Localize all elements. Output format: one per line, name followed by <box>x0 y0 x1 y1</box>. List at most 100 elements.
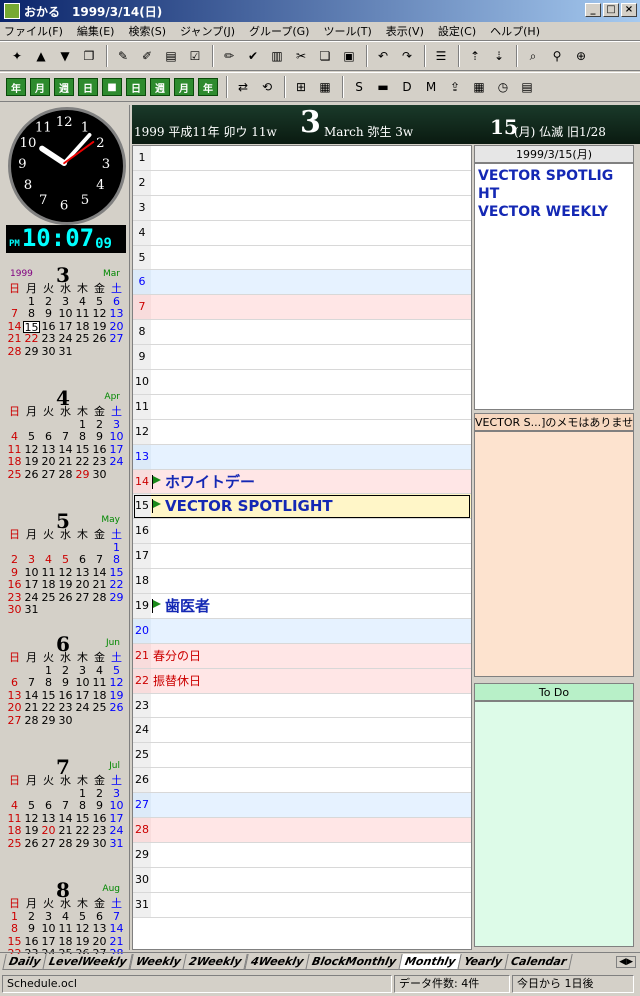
menu-item[interactable]: グループ(G) <box>249 23 309 39</box>
menu-item[interactable]: ファイル(F) <box>4 23 63 39</box>
detail-items[interactable]: VECTOR SPOTLIG HT VECTOR WEEKLY <box>474 163 634 410</box>
menu-item[interactable]: ツール(T) <box>323 23 371 39</box>
minimize-button[interactable]: _ <box>585 3 601 17</box>
nav-button[interactable]: 月 <box>30 78 50 96</box>
mini-calendar-day[interactable]: 21 <box>57 455 74 469</box>
mini-calendar-day[interactable]: 25 <box>40 591 57 605</box>
event[interactable]: VECTOR SPOTLIGHT <box>151 497 333 515</box>
mini-calendar-day[interactable]: 3 <box>23 553 40 567</box>
nav-button[interactable]: 月 <box>174 78 194 96</box>
nav-button[interactable]: 日 <box>126 78 146 96</box>
mini-calendar-day[interactable]: 28 <box>57 468 74 482</box>
mini-calendar-day[interactable]: 9 <box>57 676 74 690</box>
maximize-button[interactable]: □ <box>603 3 619 17</box>
day-row[interactable]: 21 春分の日 <box>133 643 471 669</box>
mini-calendar-day[interactable]: 26 <box>23 837 40 851</box>
menu-item[interactable]: 設定(C) <box>438 23 476 39</box>
mini-calendar-day[interactable]: 9 <box>91 799 108 813</box>
mini-calendar-day[interactable]: 6 <box>40 430 57 444</box>
mini-calendar-day[interactable]: 26 <box>23 468 40 482</box>
export-icon[interactable]: ⇪ <box>444 76 466 98</box>
mini-calendar-day[interactable]: 27 <box>40 468 57 482</box>
mini-calendar-day[interactable]: 26 <box>57 591 74 605</box>
day-row[interactable]: 13 <box>133 444 471 470</box>
event[interactable]: 歯医者 <box>151 595 210 616</box>
mini-calendar-day[interactable]: 18 <box>6 455 23 469</box>
mini-calendar-day[interactable]: 19 <box>23 455 40 469</box>
mini-calendar-day[interactable]: 12 <box>108 676 125 690</box>
cut-icon[interactable]: ✂ <box>290 45 312 67</box>
back-icon[interactable]: ⟲ <box>256 76 278 98</box>
m-icon[interactable]: M <box>420 76 442 98</box>
mini-calendar-day[interactable]: 10 <box>74 676 91 690</box>
mini-calendar-day[interactable]: 6 <box>74 553 91 567</box>
mini-calendar-day[interactable]: 16 <box>6 578 23 592</box>
mini-calendar-day[interactable]: 25 <box>91 701 108 715</box>
day-row[interactable]: 3 <box>133 195 471 221</box>
mini-calendar-day[interactable]: 29 <box>74 837 91 851</box>
day-row[interactable]: 12 <box>133 419 471 445</box>
mini-calendar-day[interactable]: 7 <box>6 307 23 321</box>
day-row[interactable]: 14 ホワイトデー <box>133 469 471 495</box>
day-row[interactable]: 4 <box>133 220 471 246</box>
mini-calendar-day[interactable]: 29 <box>74 468 91 482</box>
day-row[interactable]: 15 VECTOR SPOTLIGHT <box>133 494 471 520</box>
tab-daily[interactable]: Daily <box>2 953 47 970</box>
mini-calendar-day[interactable]: 5 <box>57 553 74 567</box>
event[interactable]: ホワイトデー <box>151 471 255 492</box>
mini-calendar-day[interactable]: 20 <box>40 455 57 469</box>
tab-calendar[interactable]: Calendar <box>504 953 573 970</box>
tab-4weekly[interactable]: 4Weekly <box>243 953 310 970</box>
mini-calendar-day[interactable]: 8 <box>6 922 23 936</box>
day-row[interactable]: 2 <box>133 170 471 196</box>
day-row[interactable]: 25 <box>133 743 471 769</box>
mini-calendar-day[interactable]: 10 <box>57 307 74 321</box>
mini-calendar-day[interactable]: 5 <box>23 799 40 813</box>
mini-calendar-day[interactable]: 21 <box>57 824 74 838</box>
day-row[interactable]: 20 <box>133 618 471 644</box>
day-row[interactable]: 23 <box>133 693 471 719</box>
mini-calendar-day[interactable]: 9 <box>23 922 40 936</box>
mini-calendar-day[interactable]: 29 <box>23 345 40 359</box>
mini-calendar-day[interactable]: 21 <box>23 701 40 715</box>
day-row[interactable]: 27 <box>133 793 471 819</box>
day-row[interactable]: 30 <box>133 867 471 893</box>
mini-calendar-day[interactable]: 8 <box>108 553 125 567</box>
mini-calendar-day[interactable]: 13 <box>91 922 108 936</box>
mini-calendar-day[interactable]: 13 <box>108 307 125 321</box>
mini-calendar-day[interactable]: 28 <box>23 714 40 728</box>
mini-calendar-day[interactable]: 9 <box>91 430 108 444</box>
mini-calendar-day[interactable]: 22 <box>74 824 91 838</box>
day-row[interactable]: 29 <box>133 842 471 868</box>
mini-calendar-day[interactable]: 22 <box>108 578 125 592</box>
checkmark-icon[interactable]: ✔ <box>242 45 264 67</box>
calendar12-icon[interactable]: ▦ <box>468 76 490 98</box>
tab-blockmonthly[interactable]: BlockMonthly <box>305 953 403 970</box>
book-icon[interactable]: ▤ <box>160 45 182 67</box>
day-row[interactable]: 5 <box>133 245 471 271</box>
mini-calendar-day[interactable]: 24 <box>57 332 74 346</box>
mini-calendar-day[interactable]: 4 <box>6 799 23 813</box>
copy-icon[interactable]: ❏ <box>314 45 336 67</box>
mini-calendar-day[interactable]: 27 <box>6 714 23 728</box>
day-row[interactable]: 8 <box>133 320 471 346</box>
mini-calendar-day[interactable]: 18 <box>6 824 23 838</box>
mini-calendar-day[interactable]: 30 <box>6 603 23 617</box>
bar-icon[interactable]: ▬ <box>372 76 394 98</box>
copy-doc-icon[interactable]: ❐ <box>78 45 100 67</box>
day-row[interactable]: 7 <box>133 295 471 321</box>
mini-calendar-day[interactable]: 28 <box>91 591 108 605</box>
tab-scroll-arrows[interactable]: ◀▶ <box>616 955 636 968</box>
mini-calendar-day[interactable]: 22 <box>40 701 57 715</box>
paste-icon[interactable]: ▣ <box>338 45 360 67</box>
redo-icon[interactable]: ↷ <box>396 45 418 67</box>
swap-icon[interactable]: ⇄ <box>232 76 254 98</box>
day-row[interactable]: 26 <box>133 768 471 794</box>
table-icon[interactable]: ▦ <box>314 76 336 98</box>
s-icon[interactable]: S <box>348 76 370 98</box>
new-icon[interactable]: ✦ <box>6 45 28 67</box>
mini-calendar-day[interactable]: 25 <box>74 332 91 346</box>
mini-calendar-day[interactable]: 30 <box>91 468 108 482</box>
mini-calendar-day[interactable]: 22 <box>23 332 40 346</box>
menu-item[interactable]: ジャンプ(J) <box>180 23 235 39</box>
